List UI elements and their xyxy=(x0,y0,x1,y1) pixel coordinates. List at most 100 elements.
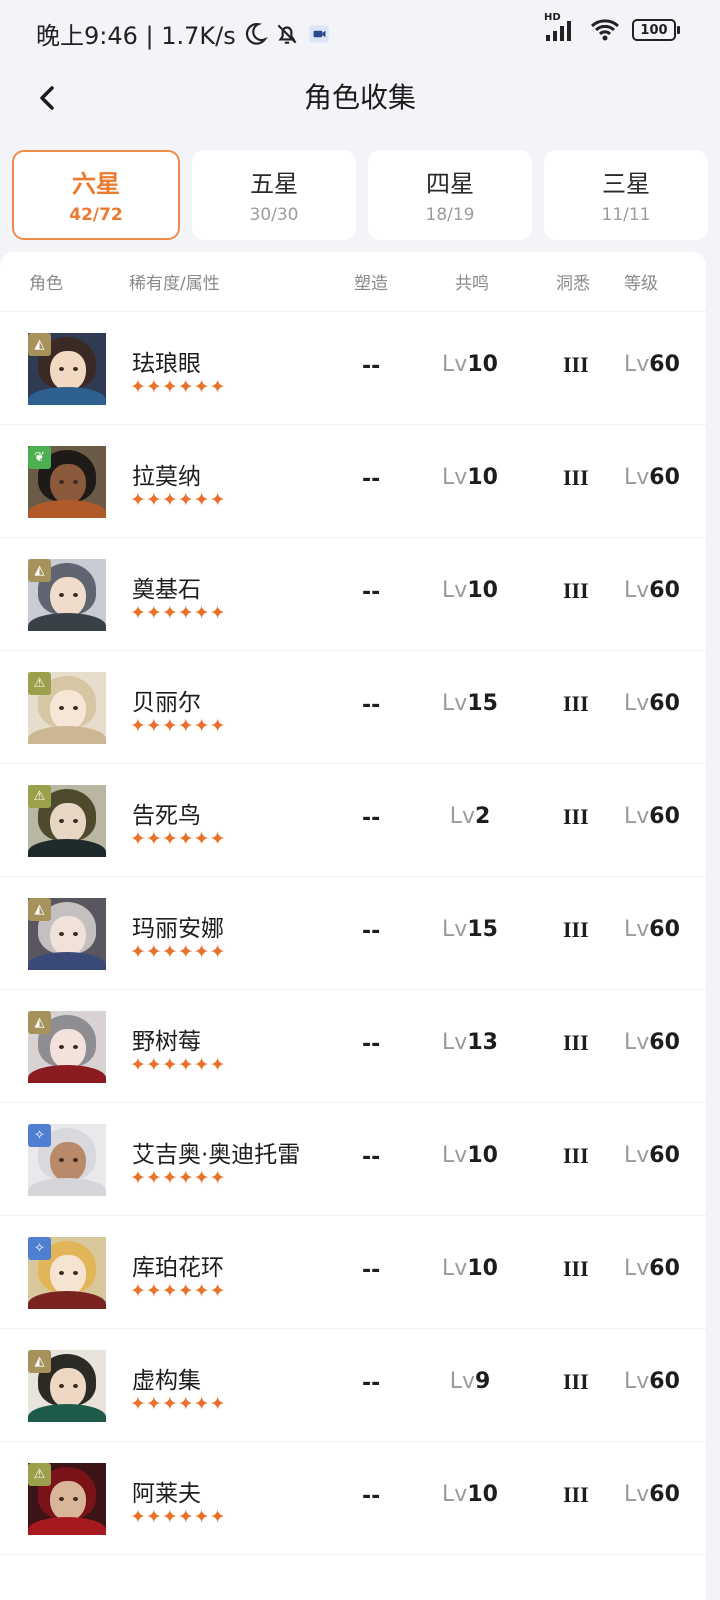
character-level: Lv60 xyxy=(624,691,680,716)
character-row[interactable]: ❦ 拉莫纳 ✦✦✦✦✦✦ -- Lv10 III Lv60 xyxy=(0,425,706,538)
character-row[interactable]: ◭ 野树莓 ✦✦✦✦✦✦ -- Lv13 III Lv60 xyxy=(0,990,706,1103)
star-icon: ✧ xyxy=(28,1237,51,1260)
resonance-lv-prefix: Lv xyxy=(442,465,468,490)
character-name: 告死鸟 xyxy=(132,803,201,829)
resonance-value: 9 xyxy=(474,1369,491,1394)
forge-value: -- xyxy=(362,806,381,831)
character-level: Lv60 xyxy=(624,1256,680,1281)
insight-value: III xyxy=(563,1030,589,1055)
col-insight: 洞悉 xyxy=(556,274,590,294)
character-level: Lv60 xyxy=(624,578,680,603)
rarity-stars: ✦✦✦✦✦✦ xyxy=(130,1393,226,1415)
insight-value: III xyxy=(563,1482,589,1507)
forge-value: -- xyxy=(362,1258,381,1283)
character-row[interactable]: ✧ 艾吉奥·奥迪托雷 ✦✦✦✦✦✦ -- Lv10 III Lv60 xyxy=(0,1103,706,1216)
character-level: Lv60 xyxy=(624,1030,680,1055)
resonance-level: Lv15 xyxy=(400,917,540,942)
level-lv-prefix: Lv xyxy=(624,1030,650,1055)
forge-value: -- xyxy=(362,1371,381,1396)
resonance-lv-prefix: Lv xyxy=(442,1256,468,1281)
battery-level: 100 xyxy=(640,22,668,38)
character-level: Lv60 xyxy=(624,917,680,942)
video-app-icon xyxy=(308,24,329,43)
resonance-level: Lv2 xyxy=(400,804,540,829)
resonance-lv-prefix: Lv xyxy=(449,804,475,829)
character-row[interactable]: ⚠ 阿莱夫 ✦✦✦✦✦✦ -- Lv10 III Lv60 xyxy=(0,1442,706,1555)
wifi-icon xyxy=(590,19,620,41)
resonance-value: 10 xyxy=(467,1143,498,1168)
insight-value: III xyxy=(563,917,589,942)
level-lv-prefix: Lv xyxy=(624,465,650,490)
resonance-level: Lv10 xyxy=(400,1256,540,1281)
resonance-level: Lv10 xyxy=(400,352,540,377)
beast-icon: ◭ xyxy=(28,898,51,921)
resonance-value: 15 xyxy=(467,691,498,716)
resonance-lv-prefix: Lv xyxy=(442,917,468,942)
forge-value: -- xyxy=(362,467,381,492)
insight-value: III xyxy=(563,1369,589,1394)
level-lv-prefix: Lv xyxy=(624,1143,650,1168)
tab-five-star[interactable]: 五星 30/30 xyxy=(192,150,356,240)
level-lv-prefix: Lv xyxy=(624,804,650,829)
character-name: 奠基石 xyxy=(132,577,201,603)
level-lv-prefix: Lv xyxy=(624,917,650,942)
tab-count: 11/11 xyxy=(601,205,651,225)
character-level: Lv60 xyxy=(624,804,680,829)
level-lv-prefix: Lv xyxy=(624,578,650,603)
beast-icon: ◭ xyxy=(28,333,51,356)
tab-label: 三星 xyxy=(602,170,650,198)
tab-three-star[interactable]: 三星 11/11 xyxy=(544,150,708,240)
resonance-value: 15 xyxy=(467,917,498,942)
plant-icon: ❦ xyxy=(28,446,51,469)
bell-off-icon xyxy=(277,24,297,44)
character-row[interactable]: ◭ 奠基石 ✦✦✦✦✦✦ -- Lv10 III Lv60 xyxy=(0,538,706,651)
status-bar: 晚上9:46 | 1.7K/s HD 100 xyxy=(0,0,720,66)
moon-icon xyxy=(245,22,268,45)
status-left: 晚上9:46 | 1.7K/s xyxy=(36,16,332,51)
col-rarity: 稀有度/属性 xyxy=(129,274,220,294)
resonance-value: 10 xyxy=(467,352,498,377)
forge-value: -- xyxy=(362,919,381,944)
character-name: 库珀花环 xyxy=(132,1255,224,1281)
tab-count: 30/30 xyxy=(249,205,299,225)
resonance-lv-prefix: Lv xyxy=(442,352,468,377)
col-level: 等级 xyxy=(624,274,658,294)
resonance-level: Lv10 xyxy=(400,465,540,490)
resonance-value: 10 xyxy=(467,1482,498,1507)
resonance-lv-prefix: Lv xyxy=(442,1030,468,1055)
resonance-lv-prefix: Lv xyxy=(442,1482,468,1507)
beast-icon: ◭ xyxy=(28,1011,51,1034)
rarity-stars: ✦✦✦✦✦✦ xyxy=(130,602,226,624)
resonance-level: Lv10 xyxy=(400,1482,540,1507)
tab-count: 42/72 xyxy=(69,205,123,225)
level-value: 60 xyxy=(649,1256,680,1281)
character-list: 角色 稀有度/属性 塑造 共鸣 洞悉 等级 ◭ 珐琅眼 ✦✦✦✦✦✦ -- Lv… xyxy=(0,252,706,1600)
forge-value: -- xyxy=(362,354,381,379)
character-row[interactable]: ⚠ 贝丽尔 ✦✦✦✦✦✦ -- Lv15 III Lv60 xyxy=(0,651,706,764)
col-resonance: 共鸣 xyxy=(455,274,489,294)
insight-value: III xyxy=(563,691,589,716)
beast-icon: ◭ xyxy=(28,559,51,582)
tab-six-star[interactable]: 六星 42/72 xyxy=(12,150,180,240)
resonance-lv-prefix: Lv xyxy=(449,1369,475,1394)
level-value: 60 xyxy=(649,1369,680,1394)
character-row[interactable]: ✧ 库珀花环 ✦✦✦✦✦✦ -- Lv10 III Lv60 xyxy=(0,1216,706,1329)
tab-four-star[interactable]: 四星 18/19 xyxy=(368,150,532,240)
character-row[interactable]: ◭ 虚构集 ✦✦✦✦✦✦ -- Lv9 III Lv60 xyxy=(0,1329,706,1442)
page-title: 角色收集 xyxy=(303,81,416,114)
insight-value: III xyxy=(563,804,589,829)
character-row[interactable]: ◭ 珐琅眼 ✦✦✦✦✦✦ -- Lv10 III Lv60 xyxy=(0,312,706,425)
resonance-value: 2 xyxy=(474,804,491,829)
level-value: 60 xyxy=(649,804,680,829)
insight-value: III xyxy=(563,352,589,377)
resonance-level: Lv10 xyxy=(400,578,540,603)
character-row[interactable]: ◭ 玛丽安娜 ✦✦✦✦✦✦ -- Lv15 III Lv60 xyxy=(0,877,706,990)
character-row[interactable]: ⚠ 告死鸟 ✦✦✦✦✦✦ -- Lv2 III Lv60 xyxy=(0,764,706,877)
level-lv-prefix: Lv xyxy=(624,1369,650,1394)
resonance-level: Lv9 xyxy=(400,1369,540,1394)
rarity-stars: ✦✦✦✦✦✦ xyxy=(130,941,226,963)
character-level: Lv60 xyxy=(624,1369,680,1394)
forge-value: -- xyxy=(362,693,381,718)
tab-label: 五星 xyxy=(250,170,298,198)
character-name: 玛丽安娜 xyxy=(132,916,224,942)
